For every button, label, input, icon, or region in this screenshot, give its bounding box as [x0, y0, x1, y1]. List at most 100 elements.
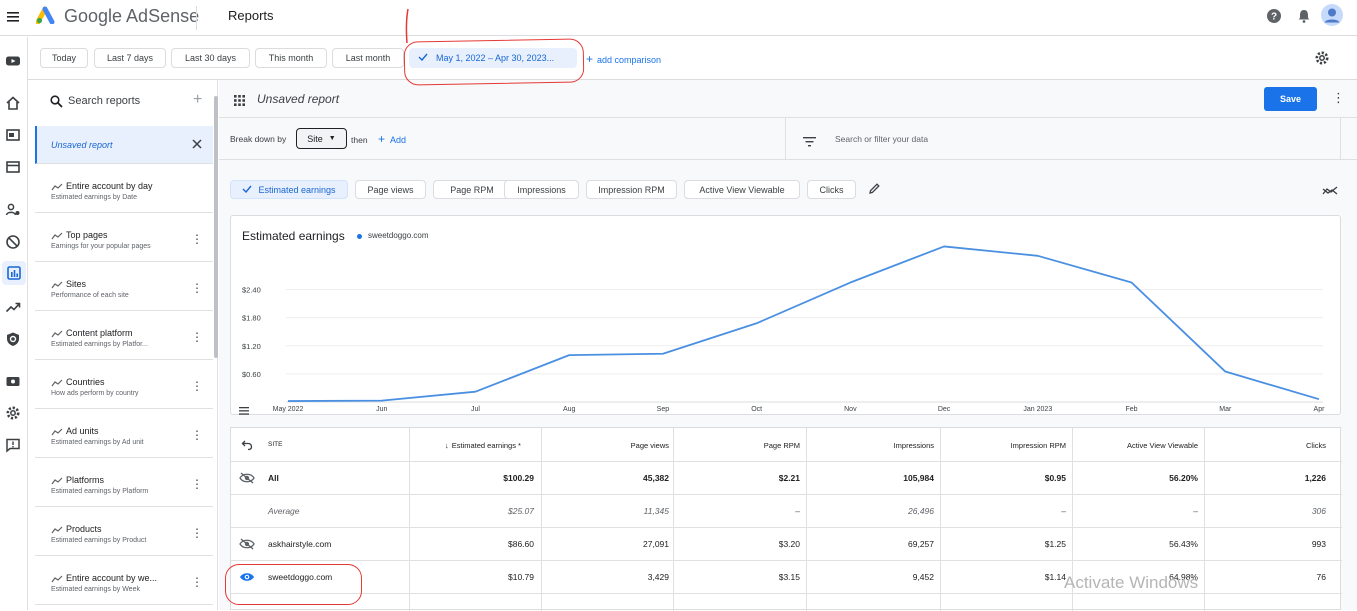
date-preset-last-30-days[interactable]: Last 30 days	[171, 48, 250, 68]
more-vert-icon[interactable]: ⋮	[191, 232, 203, 246]
saved-report-sites[interactable]: Sites Performance of each site ⋮	[35, 263, 213, 311]
feedback-icon[interactable]	[5, 437, 21, 453]
saved-report-description: How ads perform by country	[51, 390, 139, 397]
saved-report-platforms[interactable]: Platforms Estimated earnings by Platform…	[35, 459, 213, 507]
filter-search-input[interactable]: Search or filter your data	[835, 134, 928, 144]
saved-reports-scrollbar[interactable]	[214, 96, 218, 358]
youtube-icon[interactable]	[5, 53, 21, 69]
report-header: Unsaved report Save ⋮	[219, 80, 1357, 118]
metric-chip-estimated-earnings[interactable]: Estimated earnings	[230, 180, 348, 199]
saved-report-top-pages[interactable]: Top pages Earnings for your popular page…	[35, 214, 213, 262]
row-site-name: askhairstyle.com	[268, 539, 332, 549]
more-vert-icon[interactable]: ⋮	[191, 477, 203, 491]
date-preset-this-month[interactable]: This month	[255, 48, 327, 68]
date-preset-last-7-days[interactable]: Last 7 days	[94, 48, 166, 68]
row-impressions: 9,452	[912, 572, 934, 582]
optimization-icon[interactable]	[5, 299, 21, 315]
more-vert-icon[interactable]: ⋮	[1332, 90, 1345, 106]
more-vert-icon[interactable]: ⋮	[191, 281, 203, 295]
blocking-controls-icon[interactable]	[5, 234, 21, 250]
apps-grid-icon[interactable]	[234, 93, 245, 111]
saved-report-name: Top pages	[66, 230, 108, 240]
more-vert-icon[interactable]: ⋮	[191, 379, 203, 393]
y-tick-label: $2.40	[242, 286, 261, 295]
metric-chip-impressions[interactable]: Impressions	[504, 180, 579, 199]
saved-report-countries[interactable]: Countries How ads perform by country ⋮	[35, 361, 213, 409]
x-tick-label: Dec	[938, 406, 951, 413]
saved-report-ad-units[interactable]: Ad units Estimated earnings by Ad unit ⋮	[35, 410, 213, 458]
more-vert-icon[interactable]: ⋮	[191, 428, 203, 442]
saved-report-unsaved[interactable]: Unsaved report	[35, 126, 213, 164]
metric-chip-label: Estimated earnings	[258, 184, 336, 195]
undo-icon[interactable]	[241, 438, 253, 456]
saved-report-entire-account-by-day[interactable]: Entire account by day Estimated earnings…	[35, 165, 213, 213]
report-title[interactable]: Unsaved report	[257, 92, 339, 106]
report-settings-icon[interactable]	[1314, 50, 1330, 66]
breakdown-dimension-select[interactable]: Site ▼	[296, 128, 347, 149]
then-label: then	[351, 135, 368, 145]
chart-menu-icon[interactable]	[239, 402, 249, 420]
menu-icon[interactable]	[6, 8, 22, 24]
column-header-impressions[interactable]: Impressions	[894, 441, 934, 450]
check-icon	[242, 185, 253, 195]
row-estimated-earnings: $86.60	[508, 539, 534, 549]
add-dimension-button[interactable]: + Add	[378, 132, 406, 146]
new-report-plus-icon[interactable]: +	[193, 91, 202, 109]
saved-report-entire-account-by-week[interactable]: Entire account by we... Estimated earnin…	[35, 557, 213, 605]
saved-report-name: Sites	[66, 279, 87, 289]
column-header-clicks[interactable]: Clicks	[1306, 441, 1326, 450]
metric-chip-impression-rpm[interactable]: Impression RPM	[586, 180, 677, 199]
search-reports-field[interactable]: Search reports +	[28, 80, 218, 124]
date-preset-last-month[interactable]: Last month	[332, 48, 404, 68]
saved-report-products[interactable]: Products Estimated earnings by Product ⋮	[35, 508, 213, 556]
row-page-views: 27,091	[643, 539, 669, 549]
row-impression-rpm: $1.25	[1044, 539, 1066, 549]
column-header-page-rpm[interactable]: Page RPM	[764, 441, 800, 450]
column-header-active-view-viewable[interactable]: Active View Viewable	[1127, 441, 1198, 450]
more-vert-icon[interactable]: ⋮	[191, 526, 203, 540]
settings-icon[interactable]	[5, 405, 21, 421]
chart-type-toggle-icon[interactable]	[1322, 183, 1338, 201]
visibility-off-icon[interactable]	[239, 471, 255, 489]
metric-chip-clicks[interactable]: Clicks	[807, 180, 856, 199]
top-app-bar: Google AdSense Reports ?	[0, 0, 1357, 36]
visibility-off-icon[interactable]	[239, 537, 255, 555]
reports-icon[interactable]	[2, 261, 26, 285]
privacy-messaging-icon[interactable]	[5, 202, 21, 218]
column-header-estimated-earnings[interactable]: ↓ Estimated earnings *	[445, 441, 521, 450]
help-icon[interactable]: ?	[1266, 8, 1284, 26]
x-tick-label: Feb	[1126, 406, 1138, 413]
saved-report-content-platform[interactable]: Content platform Estimated earnings by P…	[35, 312, 213, 360]
column-header-impression-rpm[interactable]: Impression RPM	[1011, 441, 1066, 450]
metric-chip-page-rpm[interactable]: Page RPM	[433, 180, 511, 199]
sites-icon[interactable]	[5, 127, 21, 143]
date-preset-today[interactable]: Today	[40, 48, 88, 68]
row-clicks: 76	[1316, 572, 1326, 582]
edit-metrics-icon[interactable]	[868, 182, 881, 200]
column-header-page-views[interactable]: Page views	[631, 441, 669, 450]
row-page-rpm: $2.21	[778, 473, 800, 483]
saved-reports-panel: Search reports + Unsaved report Entire a…	[28, 80, 218, 610]
ads-icon[interactable]	[5, 159, 21, 175]
home-icon[interactable]	[5, 95, 21, 111]
save-button[interactable]: Save	[1264, 87, 1317, 111]
policy-center-icon[interactable]	[5, 331, 21, 347]
row-clicks: 1,226	[1304, 473, 1326, 483]
add-comparison-button[interactable]: + add comparison	[586, 52, 661, 66]
x-tick-label: Apr	[1314, 406, 1326, 413]
filter-icon[interactable]	[803, 134, 816, 152]
more-vert-icon[interactable]: ⋮	[191, 330, 203, 344]
notifications-icon[interactable]	[1296, 8, 1314, 26]
column-header-site[interactable]: SITE	[268, 441, 282, 448]
y-tick-label: $0.60	[242, 370, 261, 379]
divider	[196, 6, 197, 30]
more-vert-icon[interactable]: ⋮	[191, 575, 203, 589]
metric-chip-page-views[interactable]: Page views	[355, 180, 426, 199]
payments-icon[interactable]	[5, 373, 21, 389]
saved-report-name: Entire account by day	[66, 181, 153, 191]
close-icon[interactable]	[191, 137, 203, 155]
metric-chip-active-view-viewable[interactable]: Active View Viewable	[684, 180, 800, 199]
divider	[231, 560, 1342, 561]
avatar[interactable]	[1321, 4, 1343, 26]
x-tick-label: Jun	[376, 406, 387, 413]
